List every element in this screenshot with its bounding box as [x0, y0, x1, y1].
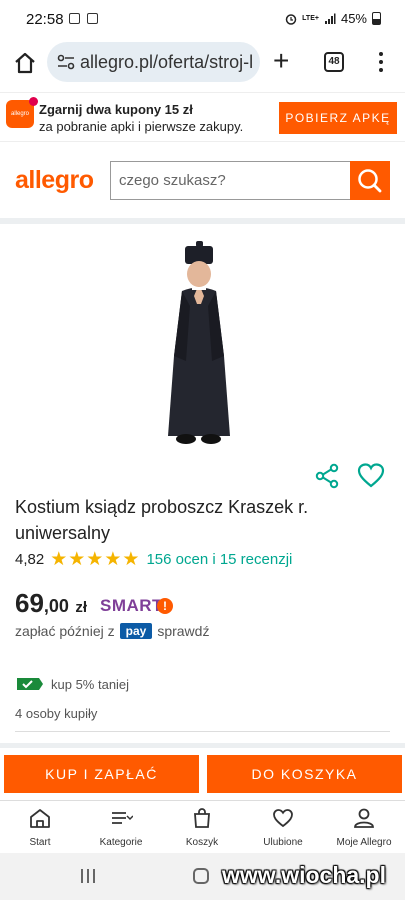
product-image[interactable] [138, 236, 268, 456]
battery-icon [372, 12, 381, 25]
watermark: www.wiocha.pl [222, 862, 386, 888]
reviews-link[interactable]: 156 ocen i 15 recenzji [146, 551, 292, 568]
promo-title: Zgarnij dwa kupony 15 zł [39, 102, 193, 117]
alarm-icon [285, 13, 297, 25]
nav-start[interactable]: Start [0, 807, 80, 850]
nav-my-allegro[interactable]: Moje Allegro [324, 807, 404, 850]
home-icon [30, 809, 50, 828]
status-indicators: LTE+ 45% [285, 11, 381, 26]
discount-tag-icon [17, 678, 43, 690]
add-to-cart-button[interactable]: DO KOSZYKA [207, 755, 402, 793]
bought-count: 4 osoby kupiły [15, 706, 98, 721]
price: 69,00 zł [15, 588, 87, 619]
battery-label: 45% [340, 11, 367, 26]
smart-info-icon[interactable]: ! [157, 598, 173, 614]
browser-toolbar: allegro.pl/oferta/stroj-l + 48 [0, 38, 405, 88]
share-icon[interactable] [314, 463, 340, 489]
nav-favorites[interactable]: Ulubione [243, 807, 323, 850]
status-time: 22:58 [26, 11, 64, 28]
address-bar[interactable]: allegro.pl/oferta/stroj-l [47, 42, 260, 82]
discount-row: kup 5% taniej [15, 674, 129, 694]
star-icon: ★ [122, 548, 140, 570]
user-icon [354, 808, 374, 828]
more-menu-icon[interactable] [376, 50, 386, 76]
recent-apps-icon[interactable] [81, 869, 95, 883]
smart-badge: SMART [100, 596, 163, 615]
status-bar: 22:58 LTE+ 45% [0, 0, 405, 38]
divider [15, 731, 390, 732]
star-icon: ★ [104, 548, 122, 570]
star-icon: ★ [50, 548, 68, 570]
nav-categories[interactable]: Kategorie [81, 807, 161, 850]
bottom-navigation: Start Kategorie Koszyk Ulubione Moje All… [0, 800, 405, 853]
nav-label: Ulubione [263, 837, 303, 848]
search-icon [358, 169, 382, 193]
nav-label: Moje Allegro [336, 837, 392, 848]
network-label: LTE+ [302, 15, 319, 22]
rating-stars: ★ ★ ★ ★ ★ [50, 550, 140, 569]
tab-switcher-icon[interactable]: 48 [324, 52, 344, 72]
search-button[interactable] [350, 161, 390, 200]
url-text: allegro.pl/oferta/stroj-l [80, 52, 254, 72]
site-header: allegro [0, 142, 405, 218]
system-home-icon[interactable] [193, 868, 209, 884]
site-settings-icon[interactable] [57, 54, 75, 70]
heart-icon [273, 809, 293, 828]
price-currency: zł [75, 599, 88, 616]
price-decimal: ,00 [43, 596, 69, 616]
rating-row: 4,82 ★ ★ ★ ★ ★ 156 ocen i 15 recenzji [15, 549, 292, 569]
star-icon: ★ [86, 548, 104, 570]
pay-badge: pay [119, 623, 153, 639]
promo-subtitle: za pobranie apki i pierwsze zakupy. [39, 119, 244, 134]
notification-icon [69, 13, 80, 24]
signal-icon [324, 13, 336, 24]
pay-later-link[interactable]: sprawdź [157, 623, 209, 639]
buy-now-button[interactable]: KUP I ZAPŁAĆ [4, 755, 199, 793]
nav-cart[interactable]: Koszyk [162, 807, 242, 850]
nav-label: Koszyk [185, 837, 219, 848]
new-tab-icon[interactable]: + [273, 47, 289, 75]
section-divider [0, 743, 405, 748]
nav-label: Kategorie [99, 837, 143, 848]
home-icon[interactable] [12, 50, 38, 76]
search-input[interactable] [111, 162, 351, 199]
discount-text: kup 5% taniej [51, 676, 130, 692]
section-divider [0, 218, 405, 224]
product-title: Kostium ksiądz proboszcz Kraszek r. uniw… [15, 497, 309, 543]
cart-icon [194, 808, 210, 828]
notification-badge [29, 97, 38, 106]
search-box [110, 161, 351, 200]
download-app-button[interactable]: POBIERZ APKĘ [279, 102, 397, 134]
pay-later-row: zapłać później z pay sprawdź [15, 623, 209, 639]
star-icon: ★ [68, 548, 86, 570]
app-promo-banner: allegro Zgarnij dwa kupony 15 zł za pobr… [0, 92, 405, 142]
notification-icon [87, 13, 98, 24]
rating-value: 4,82 [15, 550, 45, 568]
categories-icon [112, 812, 133, 824]
favorite-heart-icon[interactable] [357, 462, 385, 490]
nav-label: Start [29, 837, 51, 848]
allegro-logo[interactable]: allegro [15, 166, 94, 195]
pay-later-text: zapłać później z [15, 623, 115, 639]
price-integer: 69 [15, 588, 44, 618]
